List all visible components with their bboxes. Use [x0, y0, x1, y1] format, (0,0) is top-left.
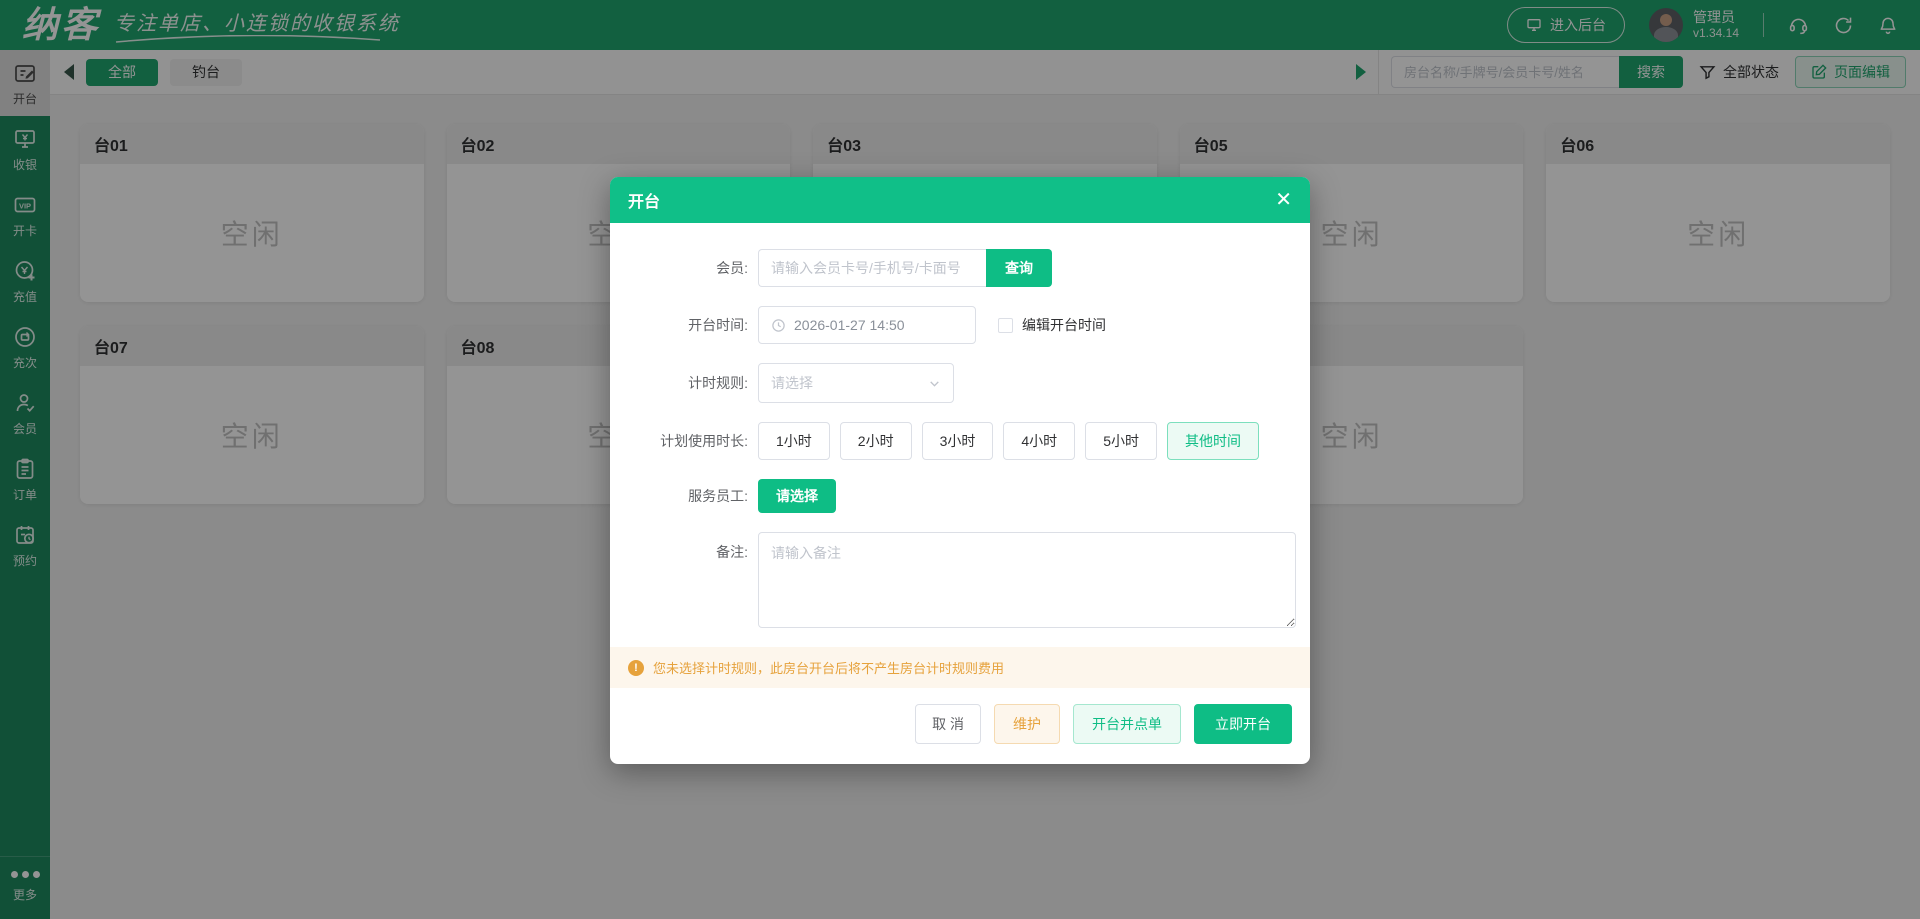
edit-time-checkbox[interactable] [998, 318, 1013, 333]
timing-rule-label: 计时规则: [610, 373, 758, 393]
duration-label: 计划使用时长: [610, 431, 758, 451]
duration-option-3h[interactable]: 3小时 [922, 422, 994, 460]
open-and-order-button[interactable]: 开台并点单 [1073, 704, 1181, 744]
duration-option-4h[interactable]: 4小时 [1003, 422, 1075, 460]
timing-rule-placeholder: 请选择 [771, 373, 813, 393]
open-table-modal: 开台 ✕ 会员: 查询 开台时间: 2026-01-27 14:50 [610, 177, 1310, 764]
member-row: 会员: 查询 [610, 249, 1310, 287]
open-now-button[interactable]: 立即开台 [1194, 704, 1292, 744]
app-root: 纳客 专注单店、小连锁的收银系统 进入后台 管理员 v1.34.14 [0, 0, 1920, 919]
duration-row: 计划使用时长: 1小时 2小时 3小时 4小时 5小时 其他时间 [610, 422, 1310, 460]
staff-row: 服务员工: 请选择 [610, 479, 1310, 513]
member-query-button[interactable]: 查询 [986, 249, 1052, 287]
timing-rule-select[interactable]: 请选择 [758, 363, 954, 403]
member-input[interactable] [758, 249, 986, 287]
modal-footer: 取 消 维护 开台并点单 立即开台 [610, 688, 1310, 764]
duration-option-5h[interactable]: 5小时 [1085, 422, 1157, 460]
modal-title: 开台 [628, 188, 660, 212]
remark-textarea[interactable] [758, 532, 1296, 628]
chevron-down-icon [928, 377, 941, 390]
modal-header: 开台 ✕ [610, 177, 1310, 223]
maintain-button[interactable]: 维护 [994, 704, 1060, 744]
warning-bar: ! 您未选择计时规则，此房台开台后将不产生房台计时规则费用 [610, 647, 1310, 688]
warning-text: 您未选择计时规则，此房台开台后将不产生房台计时规则费用 [653, 658, 1004, 677]
open-time-label: 开台时间: [610, 315, 758, 335]
duration-option-other[interactable]: 其他时间 [1167, 422, 1259, 460]
warning-icon: ! [628, 660, 644, 676]
remark-row: 备注: [610, 532, 1310, 628]
duration-option-2h[interactable]: 2小时 [840, 422, 912, 460]
staff-select-button[interactable]: 请选择 [758, 479, 836, 513]
timing-rule-row: 计时规则: 请选择 [610, 363, 1310, 403]
duration-option-1h[interactable]: 1小时 [758, 422, 830, 460]
staff-label: 服务员工: [610, 486, 758, 506]
open-time-value: 2026-01-27 14:50 [794, 317, 905, 333]
remark-label: 备注: [610, 532, 758, 562]
clock-icon [771, 318, 786, 333]
close-icon[interactable]: ✕ [1275, 190, 1292, 210]
edit-time-checkbox-label: 编辑开台时间 [1022, 315, 1106, 335]
modal-body: 会员: 查询 开台时间: 2026-01-27 14:50 编辑开台时间 [610, 223, 1310, 764]
open-time-picker[interactable]: 2026-01-27 14:50 [758, 306, 976, 344]
edit-time-checkbox-wrap[interactable]: 编辑开台时间 [998, 315, 1106, 335]
open-time-row: 开台时间: 2026-01-27 14:50 编辑开台时间 [610, 306, 1310, 344]
member-label: 会员: [610, 258, 758, 278]
cancel-button[interactable]: 取 消 [915, 704, 981, 744]
duration-options: 1小时 2小时 3小时 4小时 5小时 其他时间 [758, 422, 1259, 460]
